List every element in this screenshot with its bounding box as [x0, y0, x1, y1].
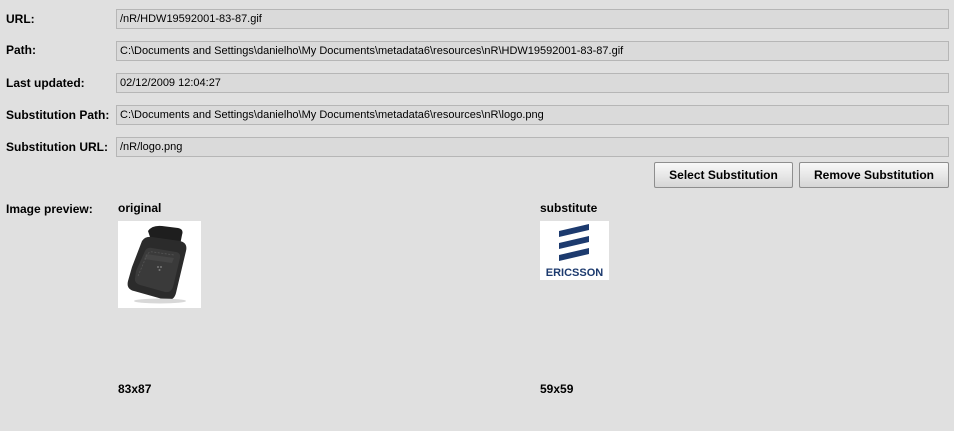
substitute-dimensions: 59x59 [540, 382, 574, 396]
original-dimensions: 83x87 [118, 382, 152, 396]
ericsson-logo-icon: ERICSSON [546, 224, 604, 279]
url-field[interactable]: /nR/HDW19592001-83-87.gif [116, 9, 949, 29]
path-label: Path: [6, 43, 36, 57]
url-label: URL: [6, 12, 35, 26]
substitution-url-field[interactable]: /nR/logo.png [116, 137, 949, 157]
ericsson-logo-text: ERICSSON [546, 267, 604, 279]
last-updated-label: Last updated: [6, 76, 85, 90]
original-title: original [118, 201, 162, 215]
phone-holster-image [118, 221, 201, 308]
path-field[interactable]: C:\Documents and Settings\danielho\My Do… [116, 41, 949, 61]
substitution-path-field[interactable]: C:\Documents and Settings\danielho\My Do… [116, 105, 949, 125]
last-updated-field[interactable]: 02/12/2009 12:04:27 [116, 73, 949, 93]
select-substitution-button[interactable]: Select Substitution [654, 162, 793, 188]
remove-substitution-button[interactable]: Remove Substitution [799, 162, 949, 188]
image-preview-label: Image preview: [6, 202, 93, 216]
substitution-path-label: Substitution Path: [6, 108, 110, 122]
phone-holster-icon [127, 225, 187, 304]
ericsson-logo-image: ERICSSON [540, 221, 609, 280]
substitution-url-label: Substitution URL: [6, 140, 108, 154]
substitute-title: substitute [540, 201, 598, 215]
